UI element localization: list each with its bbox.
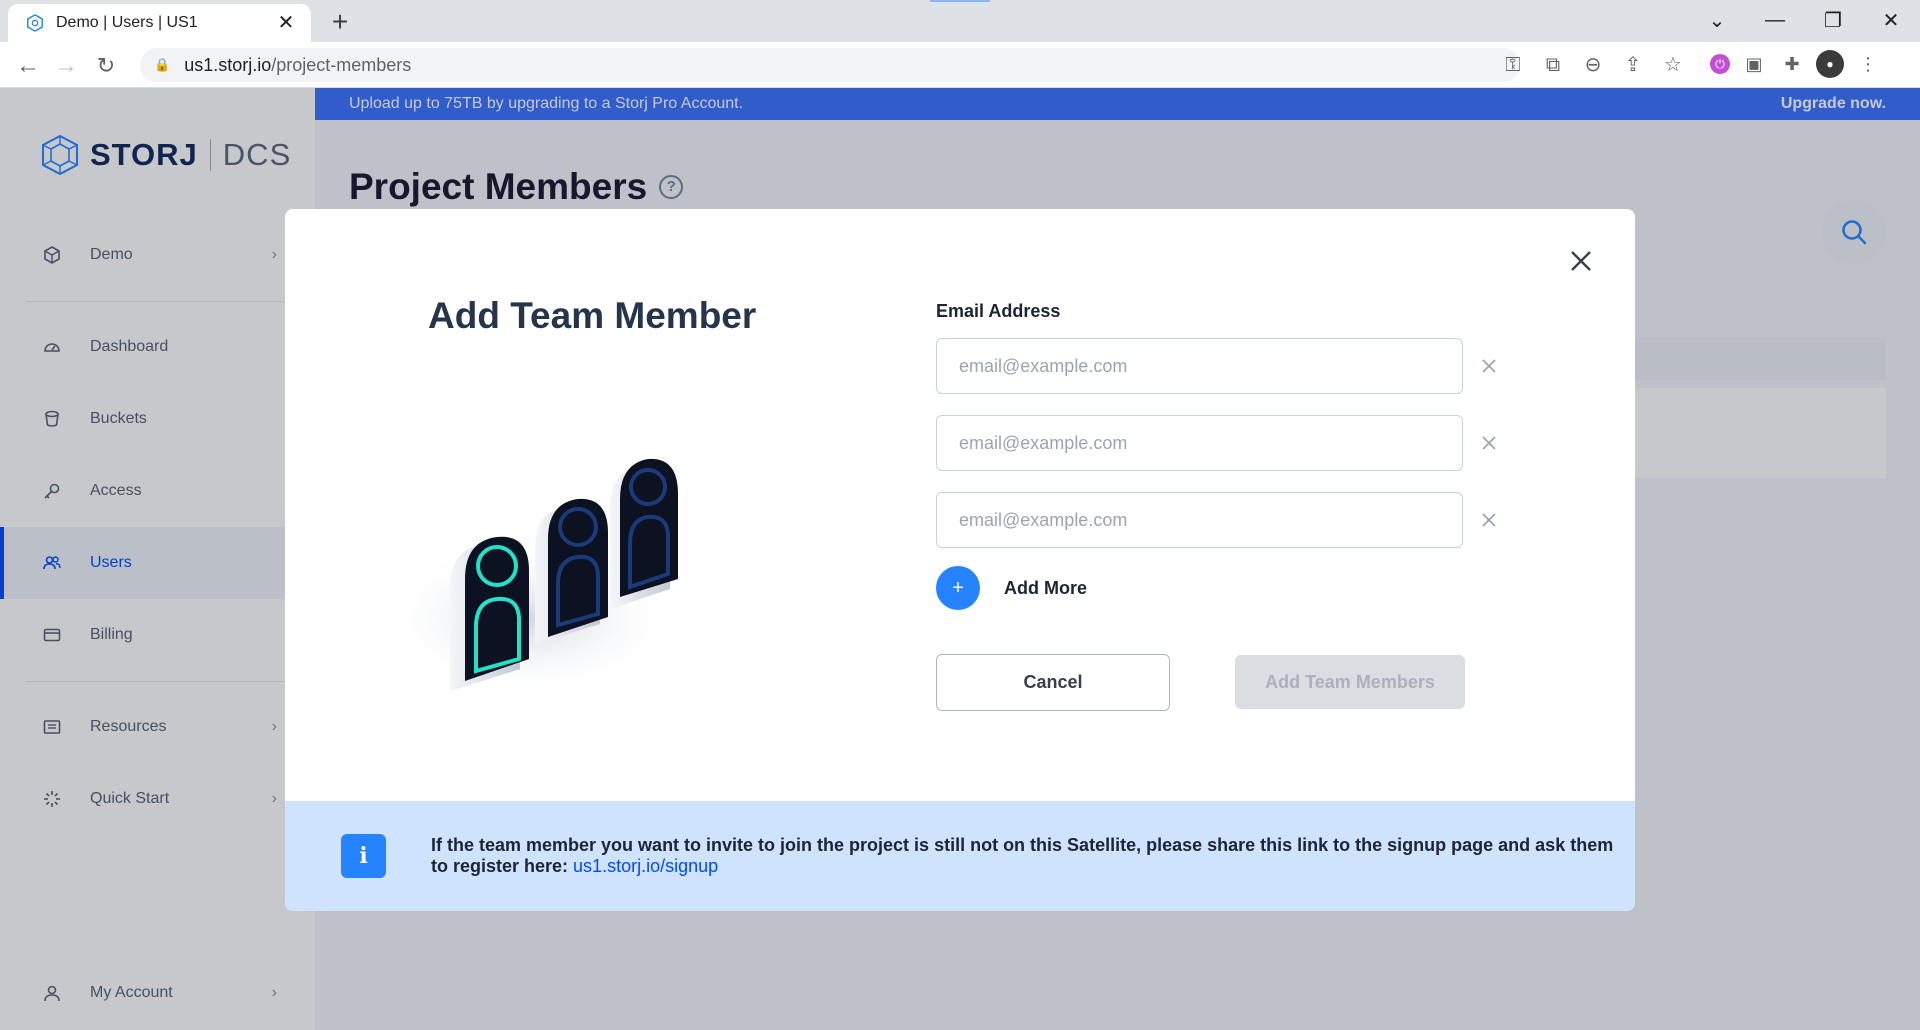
add-more-button[interactable]: + Add More bbox=[936, 566, 1496, 610]
extension-square-icon[interactable]: ▣ bbox=[1740, 50, 1768, 78]
email-row bbox=[936, 338, 1496, 394]
omnibox-actions: ⚿ ⧉ ⊖ ⇪ ☆ bbox=[1500, 52, 1686, 78]
extensions-puzzle-icon[interactable]: ✚ bbox=[1778, 50, 1806, 78]
window-controls: ⌄ — ❐ ✕ bbox=[1688, 0, 1920, 40]
tab-title: Demo | Users | US1 bbox=[56, 14, 198, 31]
email-address-label: Email Address bbox=[936, 301, 1061, 321]
email-input-1[interactable] bbox=[936, 338, 1463, 394]
storj-favicon-icon bbox=[27, 14, 43, 32]
email-row bbox=[936, 492, 1496, 548]
info-message: If the team member you want to invite to… bbox=[431, 835, 1631, 877]
lock-icon: 🔒 bbox=[154, 57, 171, 72]
team-members-illustration bbox=[380, 458, 680, 699]
window-close-icon[interactable]: ✕ bbox=[1862, 8, 1920, 33]
email-input-2[interactable] bbox=[936, 415, 1463, 471]
browser-tab[interactable]: Demo | Users | US1 ✕ bbox=[8, 4, 311, 42]
tab-close-icon[interactable]: ✕ bbox=[275, 12, 297, 34]
reload-icon[interactable]: ↻ bbox=[92, 52, 120, 80]
url-host: us1.storj.io bbox=[184, 54, 272, 75]
add-team-member-modal: Add Team Member Email Address email@exam… bbox=[285, 209, 1635, 911]
info-icon: i bbox=[341, 834, 386, 878]
email-input-3[interactable] bbox=[936, 492, 1463, 548]
modal-actions: Cancel Add Team Members bbox=[936, 654, 1465, 711]
minimize-icon[interactable]: — bbox=[1746, 9, 1804, 32]
modal-title: Add Team Member bbox=[428, 295, 757, 336]
back-arrow-icon[interactable]: ← bbox=[14, 52, 42, 80]
add-more-label: Add More bbox=[1004, 577, 1087, 598]
profile-avatar[interactable]: ● bbox=[1816, 50, 1844, 78]
close-icon bbox=[1571, 251, 1591, 271]
address-bar: ← → ↻ 🔒 us1.storj.io /project-members ⚿ … bbox=[0, 42, 1920, 88]
add-team-members-button[interactable]: Add Team Members bbox=[1235, 655, 1465, 709]
url-path: /project-members bbox=[271, 54, 412, 75]
email-form: Email Address + Add More bbox=[936, 301, 1496, 610]
browser-tab-strip: Demo | Users | US1 ✕ + ⌄ — ❐ ✕ bbox=[0, 0, 1920, 42]
url-bar[interactable]: 🔒 us1.storj.io /project-members bbox=[140, 48, 1520, 82]
extension-purple-icon[interactable]: ⏻ bbox=[1710, 54, 1730, 74]
translate-icon[interactable]: ⧉ bbox=[1540, 52, 1566, 78]
signup-info-bar: i If the team member you want to invite … bbox=[285, 801, 1635, 911]
extensions-area: ⏻ ▣ ✚ ● ⋮ bbox=[1710, 50, 1882, 78]
tab-strip-indicator bbox=[930, 0, 990, 2]
forward-arrow-icon[interactable]: → bbox=[52, 52, 80, 80]
plus-icon: + bbox=[936, 566, 980, 610]
bookmark-star-icon[interactable]: ☆ bbox=[1660, 52, 1686, 78]
zoom-out-icon[interactable]: ⊖ bbox=[1580, 52, 1606, 78]
restore-icon[interactable]: ❐ bbox=[1804, 8, 1862, 33]
share-icon[interactable]: ⇪ bbox=[1620, 52, 1646, 78]
remove-email-icon[interactable] bbox=[1477, 508, 1501, 532]
email-row bbox=[936, 415, 1496, 471]
signup-link[interactable]: us1.storj.io/signup bbox=[573, 856, 718, 876]
remove-email-icon[interactable] bbox=[1477, 431, 1501, 455]
new-tab-button[interactable]: + bbox=[325, 7, 355, 37]
close-modal-button[interactable] bbox=[1565, 245, 1597, 277]
tab-search-icon[interactable]: ⌄ bbox=[1688, 8, 1746, 33]
remove-email-icon[interactable] bbox=[1477, 354, 1501, 378]
cancel-button[interactable]: Cancel bbox=[936, 654, 1170, 711]
password-key-icon[interactable]: ⚿ bbox=[1500, 52, 1526, 78]
browser-menu-icon[interactable]: ⋮ bbox=[1854, 50, 1882, 78]
